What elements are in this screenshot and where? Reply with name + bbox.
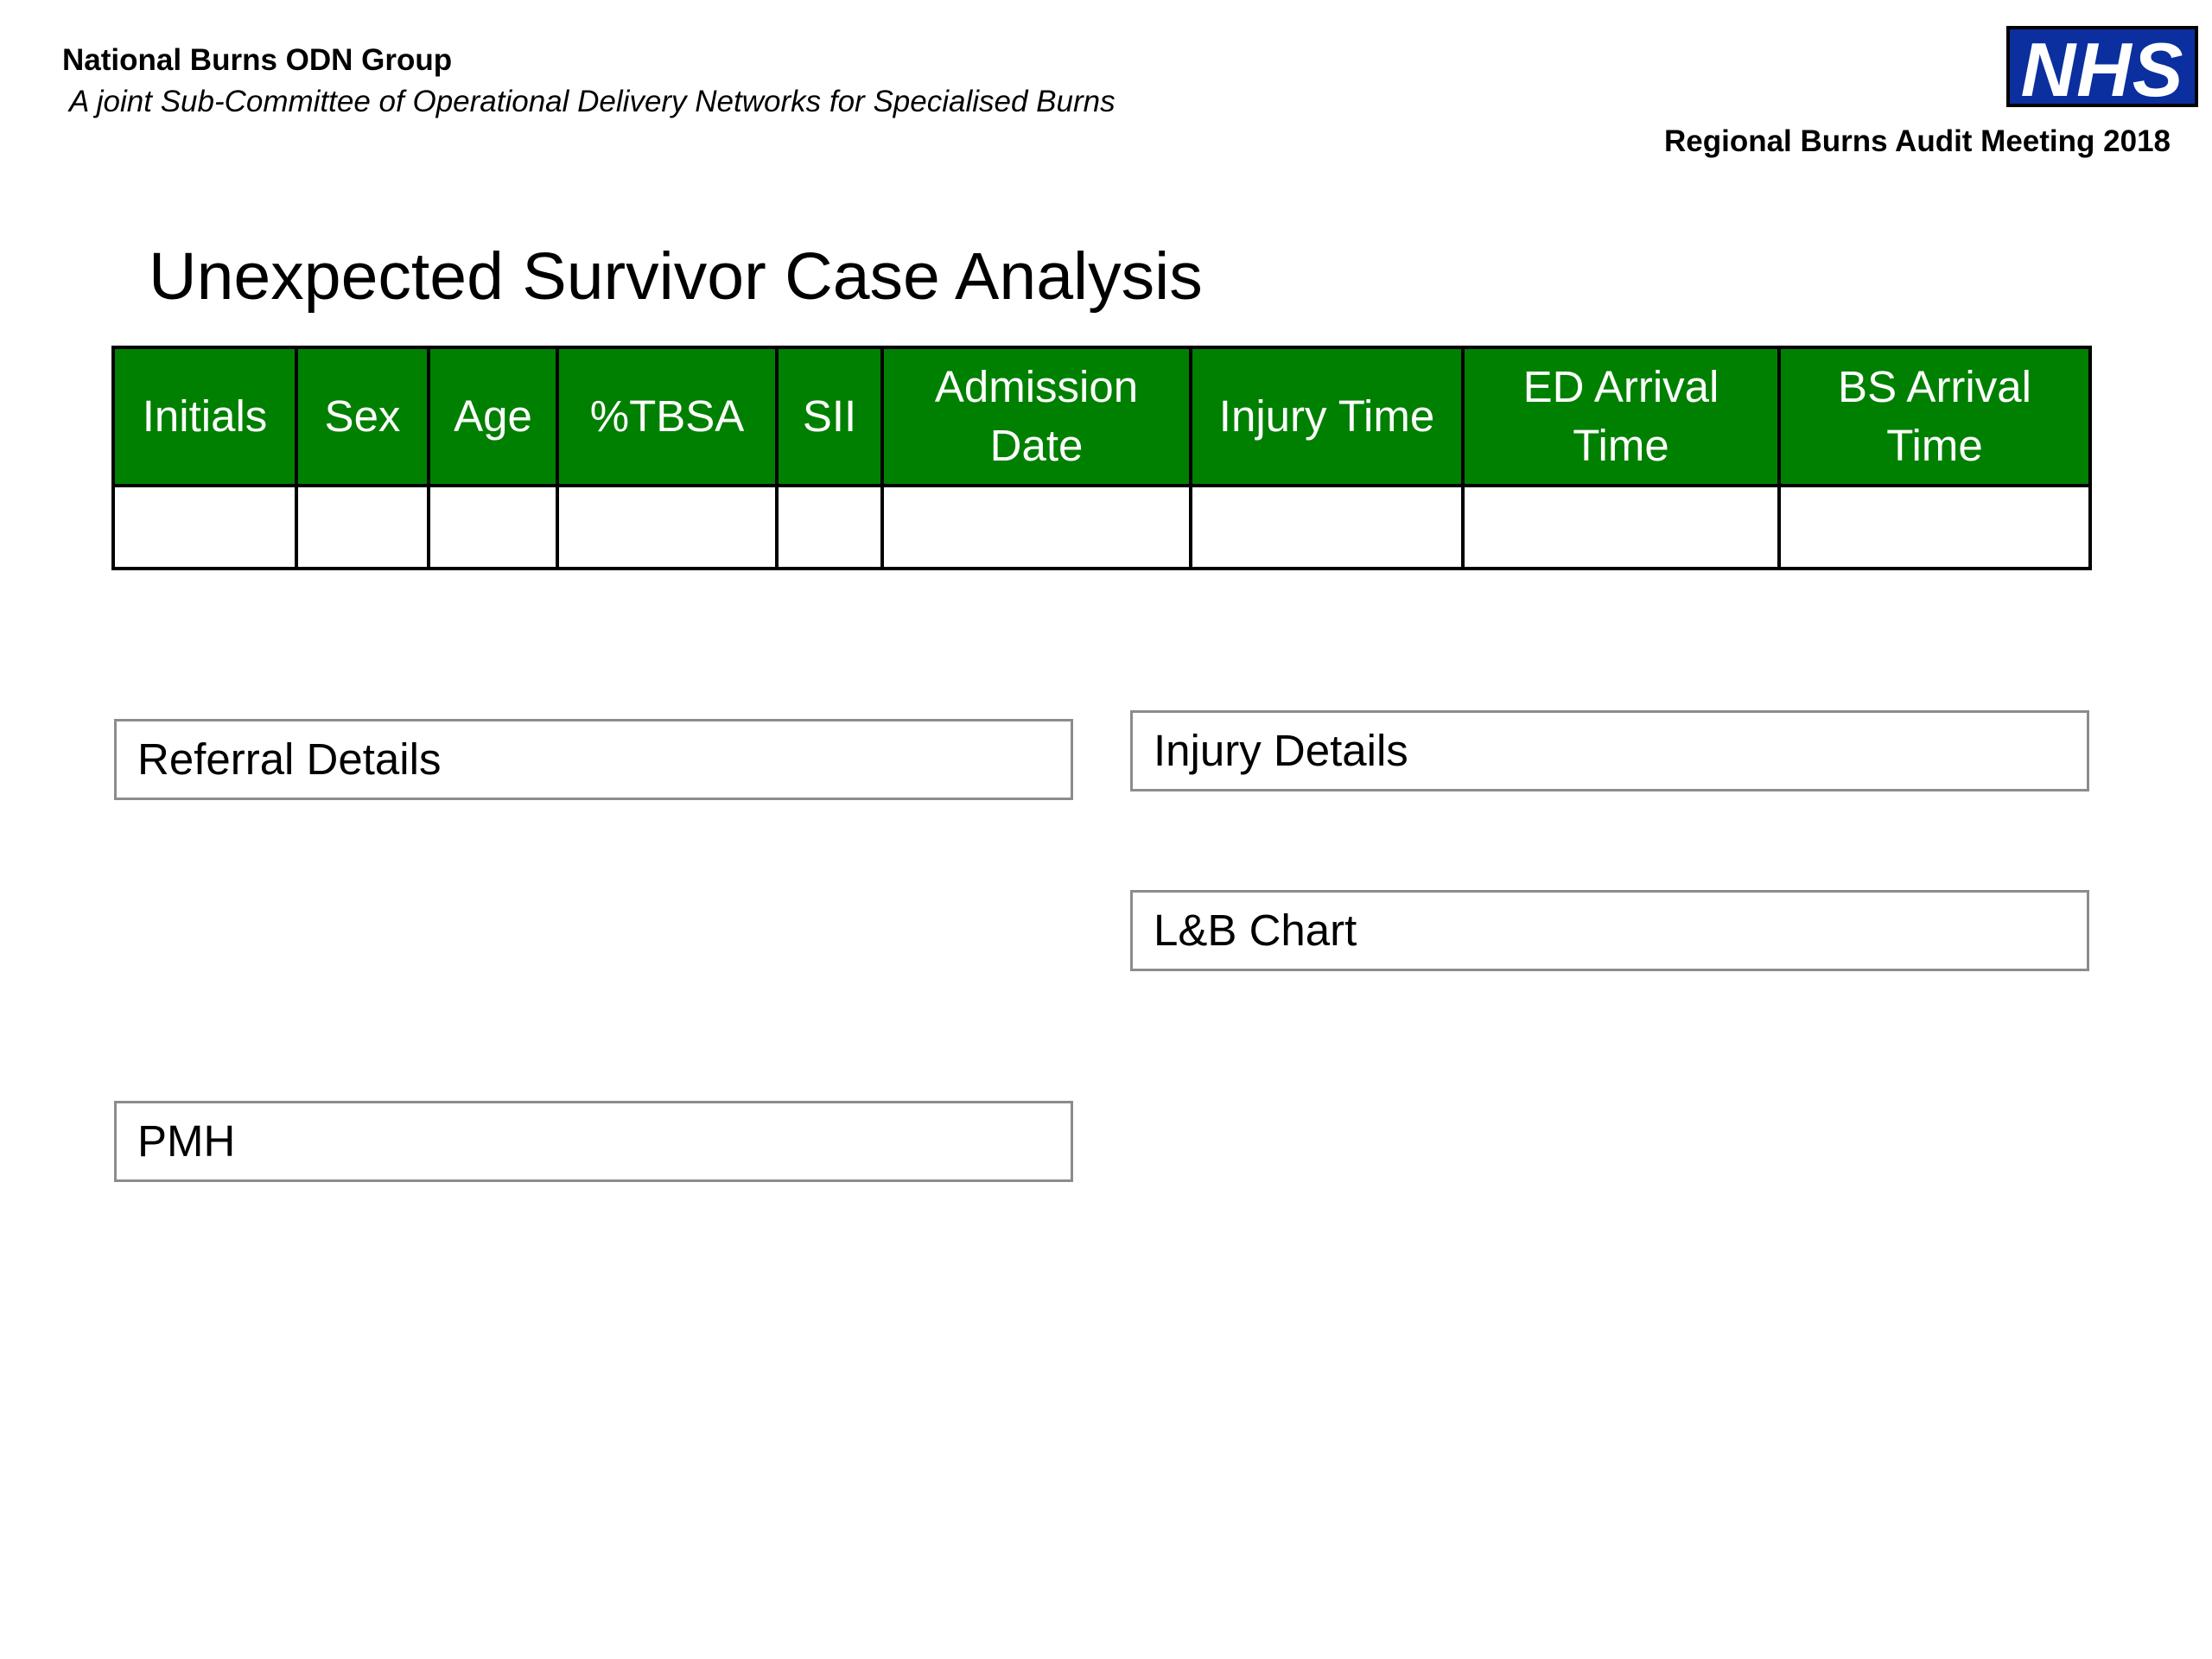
cell-sex[interactable] [295,484,430,570]
cell-admission-date[interactable] [880,484,1192,570]
column-header-tbsa: %TBSA [556,346,779,487]
column-header-injury-time: Injury Time [1189,346,1465,487]
cell-age[interactable] [427,484,559,570]
cell-sii[interactable] [775,484,884,570]
page-title: Unexpected Survivor Case Analysis [149,239,1203,314]
column-header-age: Age [427,346,559,487]
column-header-admission-date: Admission Date [880,346,1192,487]
case-table: Initials Sex Age %TBSA SII Admission Dat… [111,346,2092,570]
column-header-bs-arrival-time: BS Arrival Time [1777,346,2092,487]
injury-details-box: Injury Details [1130,710,2089,791]
cell-bs-arrival-time[interactable] [1777,484,2092,570]
column-header-initials: Initials [111,346,298,487]
column-header-ed-arrival-time: ED Arrival Time [1461,346,1781,487]
cell-injury-time[interactable] [1189,484,1465,570]
referral-details-box: Referral Details [114,719,1073,800]
table-row [111,484,2092,570]
nhs-logo: NHS [2006,26,2198,111]
org-subtitle: A joint Sub-Committee of Operational Del… [69,85,1116,118]
org-name: National Burns ODN Group [62,43,453,77]
cell-initials[interactable] [111,484,298,570]
cell-tbsa[interactable] [556,484,779,570]
column-header-sex: Sex [295,346,430,487]
pmh-box: PMH [114,1101,1073,1182]
column-header-sii: SII [775,346,884,487]
meeting-label: Regional Burns Audit Meeting 2018 [1663,124,2171,158]
cell-ed-arrival-time[interactable] [1461,484,1781,570]
table-header-row: Initials Sex Age %TBSA SII Admission Dat… [111,346,2092,487]
lb-chart-box: L&B Chart [1130,890,2089,971]
